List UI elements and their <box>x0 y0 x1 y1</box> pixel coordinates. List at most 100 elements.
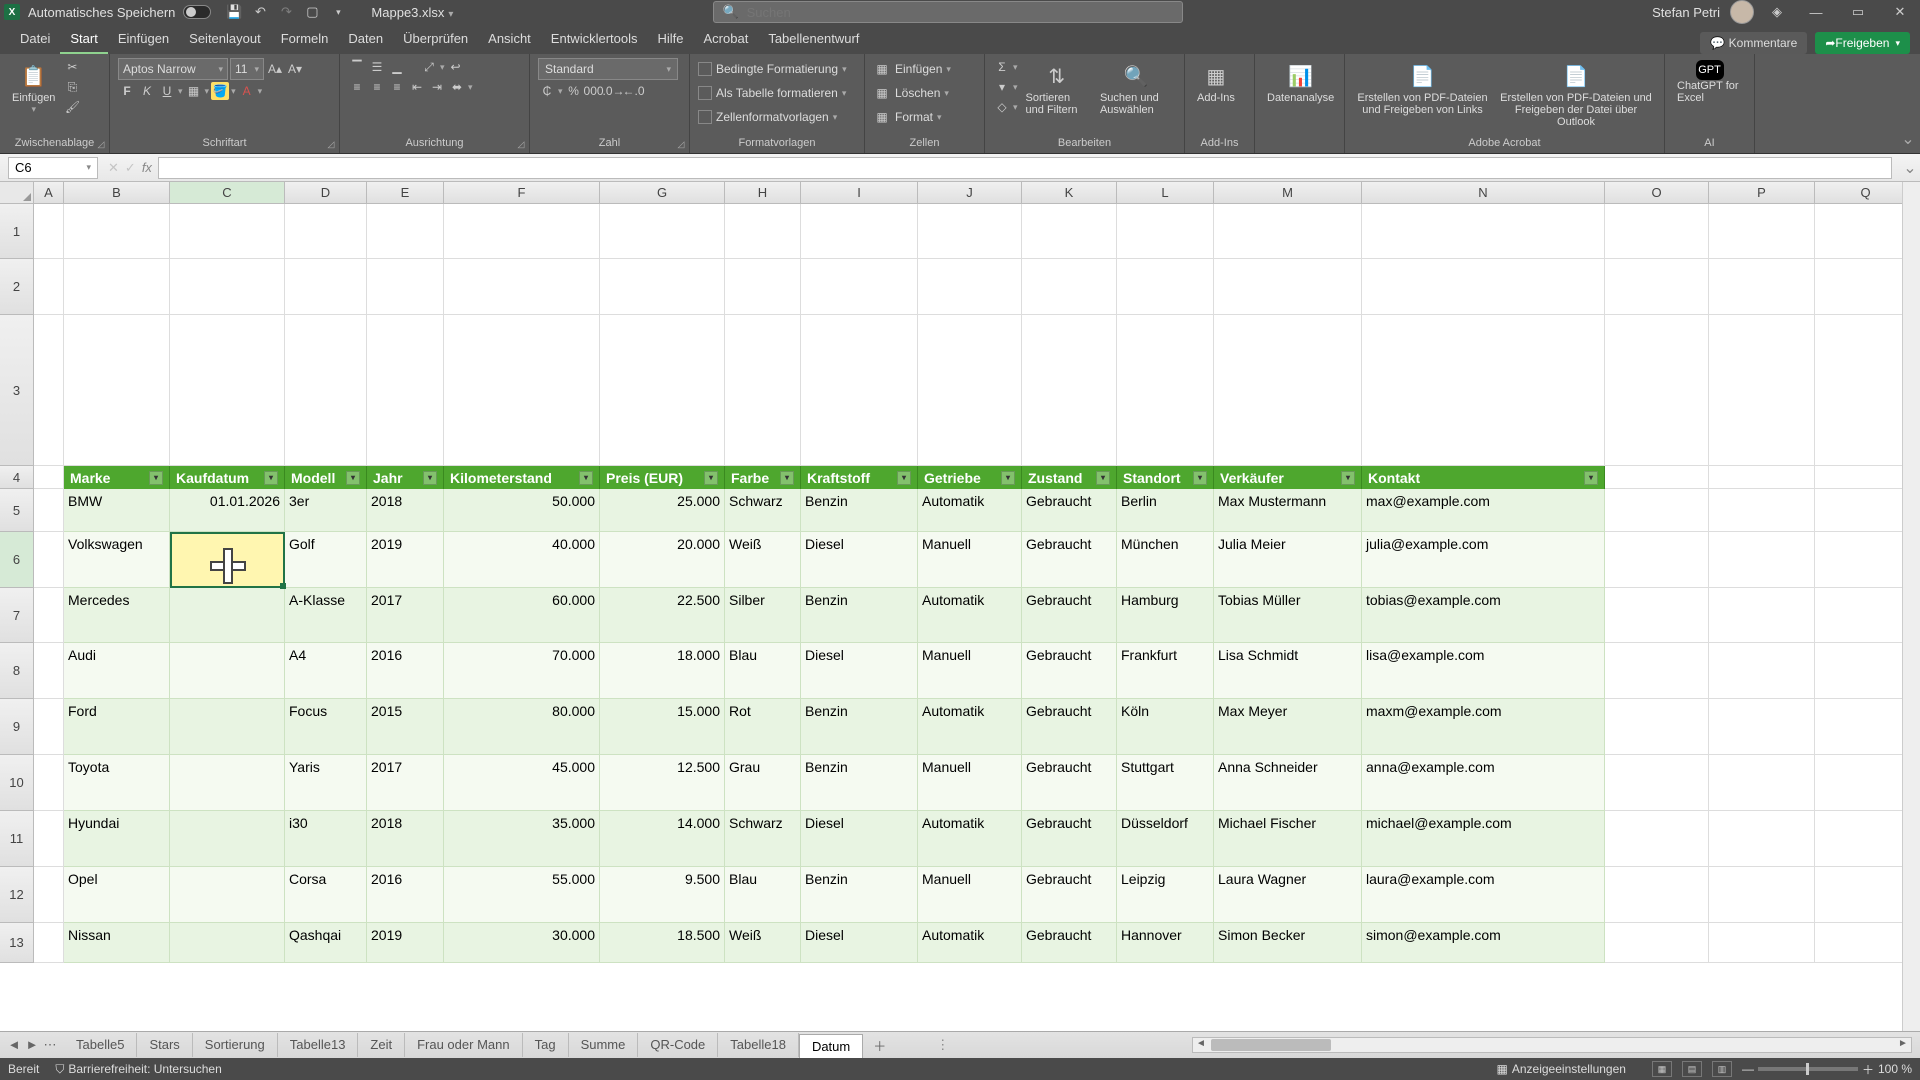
cell[interactable] <box>1709 867 1815 923</box>
align-center-icon[interactable]: ≡ <box>368 78 386 96</box>
cell[interactable] <box>1022 259 1117 315</box>
table-cell[interactable]: Blau <box>725 643 801 699</box>
sort-filter-button[interactable]: ⇅Sortieren und Filtern <box>1022 58 1092 118</box>
comments-button[interactable]: 💬 Kommentare <box>1700 32 1807 54</box>
column-header[interactable]: D <box>285 182 367 204</box>
avatar[interactable] <box>1730 0 1754 24</box>
table-cell[interactable]: Automatik <box>918 489 1022 532</box>
cell[interactable] <box>1709 532 1815 588</box>
selected-cell[interactable] <box>170 532 285 588</box>
table-cell[interactable]: 40.000 <box>444 532 600 588</box>
column-header[interactable]: P <box>1709 182 1815 204</box>
table-cell[interactable]: simon@example.com <box>1362 923 1605 963</box>
column-header[interactable]: A <box>34 182 64 204</box>
cell[interactable] <box>1815 923 1902 963</box>
column-header[interactable]: F <box>444 182 600 204</box>
cell[interactable] <box>1815 643 1902 699</box>
cell[interactable] <box>34 315 64 466</box>
qat-dropdown-icon[interactable]: ▾ <box>328 2 348 22</box>
table-cell[interactable]: Michael Fischer <box>1214 811 1362 867</box>
table-cell[interactable]: Ford <box>64 699 170 755</box>
cell-styles[interactable]: Zellenformatvorlagen▾ <box>698 106 847 128</box>
table-cell[interactable]: 2015 <box>367 699 444 755</box>
cell[interactable] <box>801 204 918 259</box>
cell[interactable] <box>1605 315 1709 466</box>
table-cell[interactable]: Automatik <box>918 699 1022 755</box>
table-cell[interactable]: 01.01.2026 <box>170 489 285 532</box>
table-cell[interactable]: 2018 <box>367 489 444 532</box>
cell[interactable] <box>1605 699 1709 755</box>
cell[interactable] <box>34 204 64 259</box>
row-header[interactable]: 11 <box>0 811 34 867</box>
table-cell[interactable]: München <box>1117 532 1214 588</box>
table-cell[interactable]: 18.000 <box>600 643 725 699</box>
table-cell[interactable]: Mercedes <box>64 588 170 643</box>
cell[interactable] <box>1605 923 1709 963</box>
ribbon-tab-daten[interactable]: Daten <box>338 25 393 54</box>
collapse-ribbon-icon[interactable]: ⌄ <box>1896 54 1920 153</box>
italic-icon[interactable]: K <box>138 82 156 100</box>
copy-icon[interactable]: ⎘ <box>63 78 81 96</box>
sheet-tab[interactable]: Sortierung <box>193 1033 278 1057</box>
filter-dropdown-icon[interactable]: ▾ <box>780 471 794 485</box>
row-header[interactable]: 8 <box>0 643 34 699</box>
cell[interactable] <box>1605 259 1709 315</box>
format-painter-icon[interactable]: 🖌 <box>63 98 81 116</box>
column-header[interactable]: H <box>725 182 801 204</box>
align-right-icon[interactable]: ≡ <box>388 78 406 96</box>
align-middle-icon[interactable]: ☰ <box>368 58 386 76</box>
font-color-icon[interactable]: A <box>238 82 256 100</box>
increase-indent-icon[interactable]: ⇥ <box>428 78 446 96</box>
column-header[interactable]: O <box>1605 182 1709 204</box>
table-cell[interactable]: Lisa Schmidt <box>1214 643 1362 699</box>
filter-dropdown-icon[interactable]: ▾ <box>1096 471 1110 485</box>
ribbon-tab-start[interactable]: Start <box>60 25 107 54</box>
ribbon-tab-acrobat[interactable]: Acrobat <box>694 25 759 54</box>
table-cell[interactable]: Gebraucht <box>1022 867 1117 923</box>
ribbon-tab-ansicht[interactable]: Ansicht <box>478 25 541 54</box>
table-cell[interactable] <box>170 588 285 643</box>
row-header[interactable]: 12 <box>0 867 34 923</box>
table-cell[interactable]: Audi <box>64 643 170 699</box>
cell[interactable] <box>1709 699 1815 755</box>
underline-icon[interactable]: U <box>158 82 176 100</box>
sheet-tab[interactable]: Tag <box>523 1033 569 1057</box>
table-cell[interactable]: Benzin <box>801 588 918 643</box>
table-cell[interactable]: Gebraucht <box>1022 643 1117 699</box>
cell[interactable] <box>1815 259 1902 315</box>
table-cell[interactable]: Weiß <box>725 923 801 963</box>
sheet-tab[interactable]: Stars <box>137 1033 192 1057</box>
cell[interactable] <box>64 204 170 259</box>
row-header[interactable]: 10 <box>0 755 34 811</box>
cell[interactable] <box>725 259 801 315</box>
cell[interactable] <box>801 315 918 466</box>
table-cell[interactable]: BMW <box>64 489 170 532</box>
ribbon-tab-formeln[interactable]: Formeln <box>271 25 339 54</box>
table-cell[interactable]: Weiß <box>725 532 801 588</box>
ribbon-tab-hilfe[interactable]: Hilfe <box>648 25 694 54</box>
table-cell[interactable]: A4 <box>285 643 367 699</box>
font-size-combo[interactable]: 11▾ <box>230 58 264 80</box>
zoom-out-icon[interactable]: — <box>1742 1062 1754 1076</box>
restore-button[interactable]: ▭ <box>1842 4 1874 20</box>
cell[interactable] <box>801 259 918 315</box>
column-header[interactable]: J <box>918 182 1022 204</box>
zoom-slider[interactable] <box>1758 1067 1858 1071</box>
zoom-level[interactable]: 100 % <box>1878 1062 1912 1076</box>
table-cell[interactable]: 2019 <box>367 923 444 963</box>
table-cell[interactable]: Manuell <box>918 643 1022 699</box>
dialog-launcher-icon[interactable]: ◿ <box>515 139 527 151</box>
wrap-text-icon[interactable]: ↩ <box>447 58 465 76</box>
row-header[interactable]: 3 <box>0 315 34 466</box>
table-cell[interactable]: Benzin <box>801 489 918 532</box>
conditional-formatting[interactable]: Bedingte Formatierung▾ <box>698 58 847 80</box>
name-box[interactable]: C6▾ <box>8 157 98 179</box>
cell[interactable] <box>1709 489 1815 532</box>
cell[interactable] <box>1815 315 1902 466</box>
table-cell[interactable]: Automatik <box>918 923 1022 963</box>
cell[interactable] <box>1605 466 1709 489</box>
format-cells[interactable]: ▦Format▾ <box>873 106 951 128</box>
column-header[interactable]: E <box>367 182 444 204</box>
cell[interactable] <box>1117 204 1214 259</box>
cell[interactable] <box>1605 811 1709 867</box>
